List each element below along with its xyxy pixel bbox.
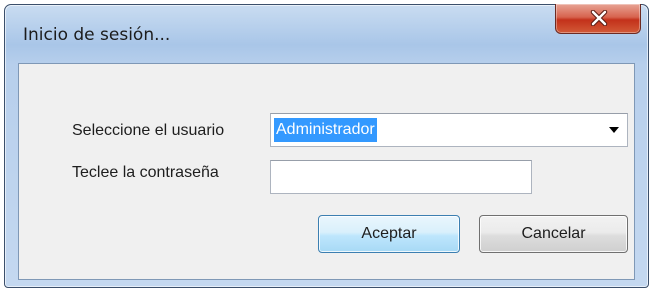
- close-button[interactable]: [555, 4, 641, 34]
- user-select[interactable]: Administrador: [270, 113, 628, 147]
- accept-button[interactable]: Aceptar: [318, 215, 460, 253]
- password-label: Teclee la contraseña: [72, 164, 219, 181]
- chevron-down-icon[interactable]: [609, 127, 619, 133]
- cancel-button[interactable]: Cancelar: [479, 215, 628, 253]
- close-icon: [590, 10, 608, 26]
- dialog-body: Seleccione el usuario Administrador Tecl…: [18, 63, 635, 280]
- user-label: Seleccione el usuario: [72, 122, 225, 139]
- title-bar[interactable]: Inicio de sesión...: [5, 4, 648, 63]
- window-title: Inicio de sesión...: [23, 25, 171, 45]
- password-field[interactable]: [270, 160, 532, 194]
- login-dialog: Inicio de sesión... Seleccione el usuari…: [4, 4, 649, 288]
- user-select-value: Administrador: [274, 118, 377, 142]
